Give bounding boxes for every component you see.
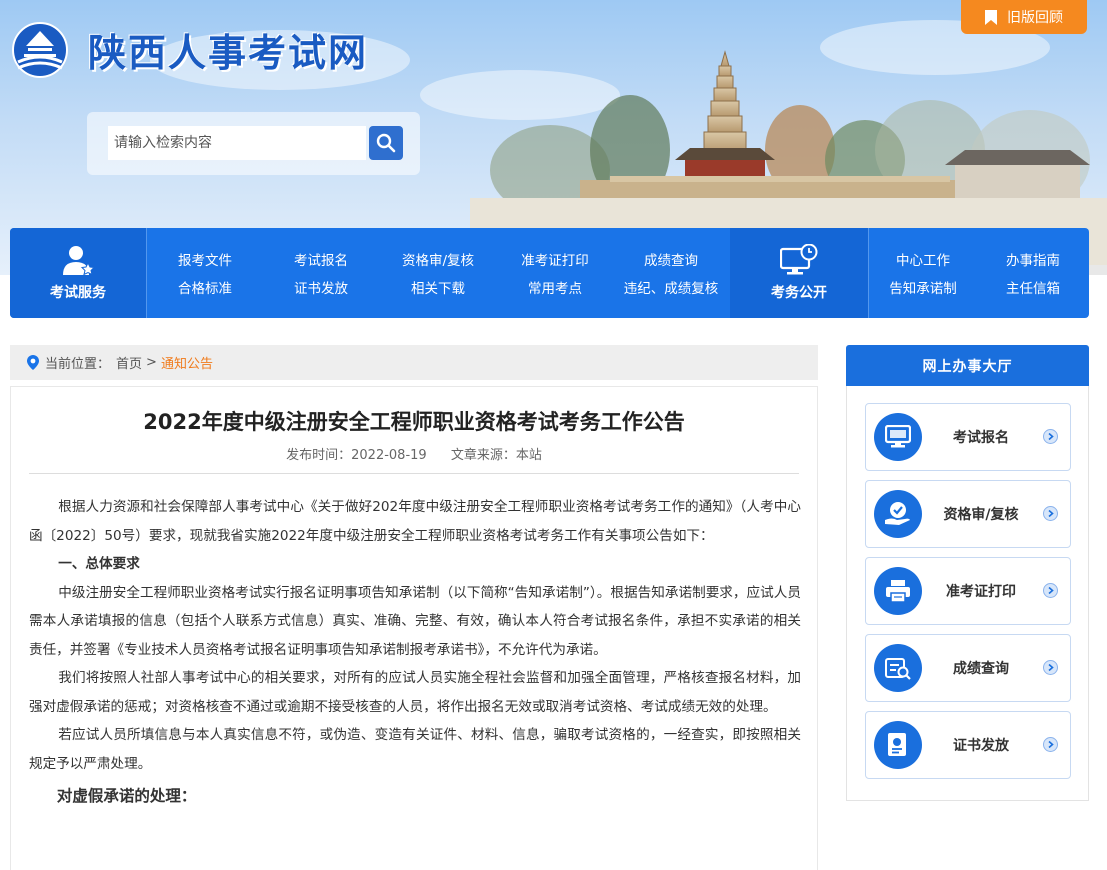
search-document-icon: [874, 644, 922, 692]
article-paragraph: 根据人力资源和社会保障部人事考试中心《关于做好202年度中级注册安全工程师职业资…: [29, 499, 801, 544]
publish-time: 发布时间：2022-08-19: [286, 448, 427, 463]
article-paragraph: 我们将按照人社部人事考试中心的相关要求，对所有的应试人员实施全程社会监督和加强全…: [29, 670, 801, 715]
nav-link-certificate-issue[interactable]: 证书发放: [294, 277, 348, 297]
chevron-right-icon: [1043, 429, 1058, 444]
nav-exam-affairs[interactable]: 考务公开: [730, 228, 868, 318]
chevron-right-icon: [1043, 660, 1058, 675]
nav-exam-affairs-label: 考务公开: [771, 285, 827, 301]
bookmark-icon: [985, 9, 997, 25]
online-service-hall-title: 网上办事大厅: [846, 345, 1089, 386]
certificate-icon: [874, 721, 922, 769]
nav-link-admission-print[interactable]: 准考证打印: [521, 249, 589, 269]
article-divider: [29, 473, 799, 474]
section-heading: 一、总体要求: [58, 556, 140, 572]
old-version-label: 旧版回顾: [1007, 10, 1063, 26]
side-item-certificate-issue[interactable]: 证书发放: [865, 711, 1071, 779]
nav-exam-service-label: 考试服务: [50, 285, 106, 301]
chevron-right-icon: [1043, 506, 1058, 521]
article-panel: 2022年度中级注册安全工程师职业资格考试考务工作公告 发布时间：2022-08…: [10, 386, 818, 870]
nav-link-violation-review[interactable]: 违纪、成绩复核: [624, 277, 719, 297]
article-paragraph: 若应试人员所填信息与本人真实信息不符，或伪造、变造有关证件、材料、信息，骗取考试…: [29, 727, 801, 772]
nav-link-exam-sites[interactable]: 常用考点: [528, 277, 582, 297]
printer-icon: [874, 567, 922, 615]
nav-divider: [146, 228, 147, 318]
search-input[interactable]: [108, 126, 366, 160]
page-edge-strip: [1089, 265, 1107, 275]
breadcrumb-current-link[interactable]: 通知公告: [161, 353, 213, 372]
breadcrumb-separator: >: [146, 355, 157, 370]
site-logo-icon: [12, 22, 68, 78]
site-title: 陕西人事考试网: [88, 31, 369, 75]
location-pin-icon: [27, 355, 39, 370]
side-item-label: 资格审/复核: [943, 507, 1019, 523]
search-area: [87, 112, 420, 175]
online-service-hall: 考试报名 资格审/复核 准考证打印 成绩查询 证书发放: [846, 386, 1089, 801]
article-meta: 发布时间：2022-08-19 文章来源：本站: [11, 444, 817, 463]
search-button[interactable]: [369, 126, 403, 160]
nav-exam-service[interactable]: 考试服务: [10, 228, 146, 318]
subsection-heading: 对虚假承诺的处理：: [56, 787, 197, 805]
chevron-right-icon: [1043, 737, 1058, 752]
breadcrumb: 当前位置： 首页 > 通知公告: [10, 345, 818, 380]
nav-link-center-work[interactable]: 中心工作: [896, 249, 950, 269]
search-icon: [376, 133, 396, 153]
side-item-exam-registration[interactable]: 考试报名: [865, 403, 1071, 471]
article-body: 根据人力资源和社会保障部人事考试中心《关于做好202年度中级注册安全工程师职业资…: [29, 493, 801, 811]
article-source: 文章来源：本站: [450, 448, 542, 463]
side-item-label: 考试报名: [953, 430, 1009, 446]
person-star-icon: [63, 246, 95, 276]
nav-link-director-mailbox[interactable]: 主任信箱: [1006, 277, 1060, 297]
breadcrumb-label: 当前位置：: [45, 357, 111, 372]
article-title: 2022年度中级注册安全工程师职业资格考试考务工作公告: [143, 410, 685, 434]
breadcrumb-home-link[interactable]: 首页: [116, 353, 142, 372]
monitor-icon: [874, 413, 922, 461]
side-item-admission-print[interactable]: 准考证打印: [865, 557, 1071, 625]
nav-link-qualification-review[interactable]: 资格审/复核: [402, 249, 474, 269]
monitor-clock-icon: [780, 244, 818, 275]
side-item-label: 证书发放: [953, 738, 1009, 754]
nav-link-passing-standard[interactable]: 合格标准: [178, 277, 232, 297]
nav-link-registration-docs[interactable]: 报考文件: [178, 249, 232, 269]
nav-link-downloads[interactable]: 相关下载: [411, 277, 465, 297]
old-version-button[interactable]: 旧版回顾: [961, 0, 1087, 34]
nav-link-score-query[interactable]: 成绩查询: [644, 249, 698, 269]
main-nav: 考试服务 报考文件 合格标准 考试报名 证书发放 资格审/复核 相关下载 准考证…: [10, 228, 1089, 318]
side-item-score-query[interactable]: 成绩查询: [865, 634, 1071, 702]
nav-divider: [868, 228, 869, 318]
chevron-right-icon: [1043, 583, 1058, 598]
nav-link-exam-registration[interactable]: 考试报名: [294, 249, 348, 269]
nav-link-commitment-system[interactable]: 告知承诺制: [889, 277, 957, 297]
article-paragraph: 中级注册安全工程师职业资格考试实行报名证明事项告知承诺制（以下简称“告知承诺制”…: [29, 584, 801, 658]
hand-check-icon: [874, 490, 922, 538]
side-item-label: 成绩查询: [953, 661, 1009, 677]
side-item-label: 准考证打印: [946, 584, 1016, 600]
side-item-qualification-review[interactable]: 资格审/复核: [865, 480, 1071, 548]
nav-link-service-guide[interactable]: 办事指南: [1006, 249, 1060, 269]
